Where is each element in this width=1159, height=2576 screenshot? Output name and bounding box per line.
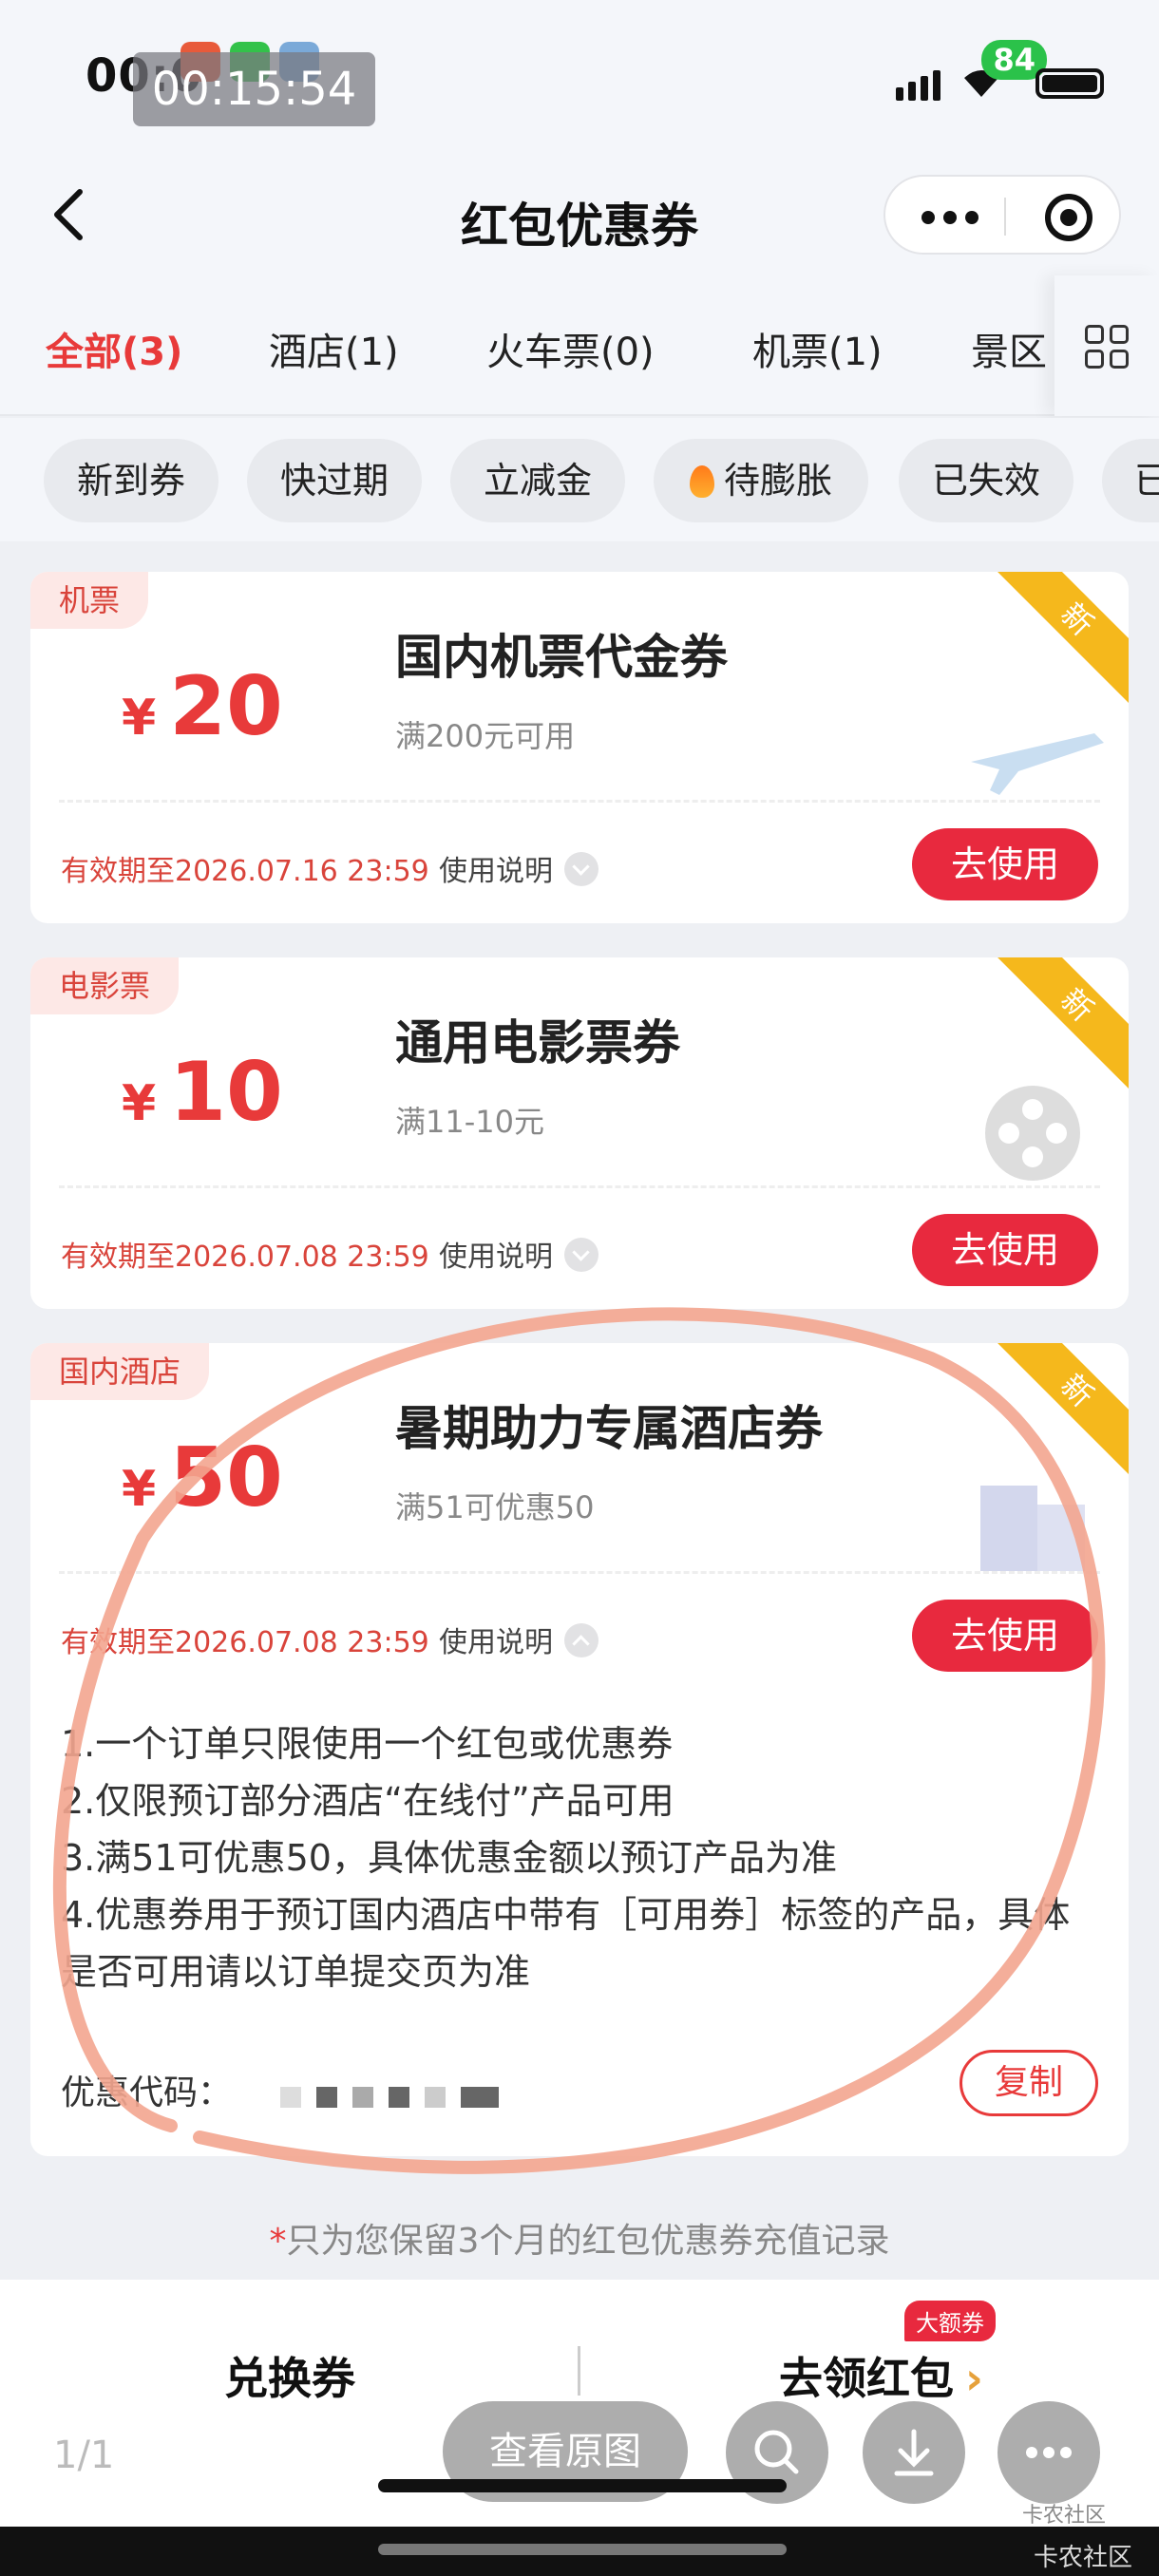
card-divider: [59, 1185, 1100, 1188]
signal-icon: [896, 70, 940, 101]
capsule-divider: [1004, 198, 1006, 236]
more-icon: [1026, 2447, 1072, 2458]
coupon-card: 电影票 新 ¥10 通用电影票券 满11-10元 有效期至2026.07.08 …: [30, 957, 1129, 1309]
film-reel-icon: [985, 1086, 1080, 1181]
download-icon: [894, 2429, 934, 2476]
rule-item: 2.仅限预订部分酒店“在线付”产品可用: [61, 1780, 674, 1822]
coupon-amount: ¥50: [122, 1430, 283, 1525]
battery-icon: [1036, 68, 1104, 99]
coupon-condition: 满200元可用: [395, 718, 576, 754]
grid-icon: [1085, 325, 1129, 369]
tab-flight[interactable]: 机票(1): [752, 321, 883, 376]
download-button[interactable]: [863, 2401, 965, 2504]
chip-more[interactable]: 已: [1102, 439, 1159, 522]
chip-to-expand[interactable]: 待膨胀: [654, 439, 868, 522]
exchange-coupon-button[interactable]: 兑换券: [0, 2344, 580, 2407]
coupon-condition: 满51可优惠50: [395, 1489, 595, 1525]
more-icon[interactable]: [922, 211, 978, 224]
chip-expired[interactable]: 已失效: [899, 439, 1074, 522]
get-redpacket-button[interactable]: 去领红包 ›: [779, 2344, 983, 2407]
flame-icon: [689, 465, 714, 498]
close-miniapp-icon[interactable]: [1045, 194, 1092, 241]
card-divider: [59, 1571, 1100, 1574]
coupon-category-tag: 电影票: [30, 957, 180, 1014]
filter-chips: 新到券 快过期 立减金 待膨胀 已失效 已: [0, 418, 1159, 541]
title-bar: 红包优惠券: [0, 152, 1159, 275]
miniapp-capsule: [884, 175, 1121, 255]
use-coupon-button[interactable]: 去使用: [912, 828, 1098, 900]
footer-indicator: [378, 2544, 787, 2555]
tab-hotel[interactable]: 酒店(1): [269, 321, 399, 376]
coupon-category-tag: 国内酒店: [30, 1343, 210, 1400]
coupon-amount: ¥10: [122, 1045, 283, 1140]
hotel-building-icon: [980, 1486, 1085, 1571]
chevron-down-icon: [564, 852, 598, 886]
coupon-condition: 满11-10元: [395, 1104, 544, 1140]
card-divider: [59, 800, 1100, 803]
chip-expiring[interactable]: 快过期: [247, 439, 422, 522]
category-grid-button[interactable]: [1054, 275, 1159, 416]
copy-code-button[interactable]: 复制: [960, 2050, 1098, 2116]
more-options-button[interactable]: [998, 2401, 1100, 2504]
chevron-up-icon: [564, 1623, 598, 1657]
usage-instructions-toggle[interactable]: 使用说明: [439, 847, 598, 889]
coupon-name: 国内机票代金券: [395, 630, 728, 685]
coupon-code-label: 优惠代码：: [61, 2074, 233, 2112]
coupon-validity: 有效期至2026.07.08 23:59: [61, 1626, 429, 1659]
screen-record-timer: 00:15:54: [133, 52, 375, 126]
coupon-name: 暑期助力专属酒店券: [395, 1401, 823, 1456]
coupon-code-masked: [280, 2087, 500, 2108]
use-coupon-button[interactable]: 去使用: [912, 1600, 1098, 1672]
use-coupon-button[interactable]: 去使用: [912, 1214, 1098, 1286]
large-coupon-badge: 大额券: [904, 2301, 996, 2341]
coupon-card-expanded: 国内酒店 新 ¥50 暑期助力专属酒店券 满51可优惠50 有效期至2026.0…: [30, 1343, 1129, 2156]
usage-instructions-toggle[interactable]: 使用说明: [439, 1233, 598, 1275]
rule-item: 1.一个订单只限使用一个红包或优惠券: [61, 1723, 674, 1765]
bottom-divider: [578, 2346, 580, 2396]
coupon-category-tag: 机票: [30, 572, 149, 629]
chip-instant-discount[interactable]: 立减金: [450, 439, 625, 522]
tab-train[interactable]: 火车票(0): [486, 321, 655, 376]
tab-all[interactable]: 全部(3): [46, 321, 182, 376]
retention-note: *只为您保留3个月的红包优惠券充值记录: [269, 2222, 890, 2261]
home-indicator: [378, 2479, 787, 2492]
coupon-validity: 有效期至2026.07.16 23:59: [61, 855, 429, 888]
coupon-code-row: 优惠代码：: [61, 2065, 500, 2114]
tab-scenic[interactable]: 景区: [971, 321, 1047, 376]
category-tabs: 全部(3) 酒店(1) 火车票(0) 机票(1) 景区: [0, 275, 1159, 416]
watermark-brand: 卡农社区: [1033, 2544, 1132, 2572]
chevron-right-icon: ›: [965, 2353, 983, 2404]
usage-rules: 1.一个订单只限使用一个红包或优惠券 2.仅限预订部分酒店“在线付”产品可用 3…: [61, 1715, 1096, 2000]
rule-item: 4.优惠券用于预订国内酒店中带有［可用券］标签的产品，具体是否可用请以订单提交页…: [61, 1894, 1071, 1993]
chip-new[interactable]: 新到券: [44, 439, 218, 522]
chevron-down-icon: [564, 1238, 598, 1272]
coupon-validity: 有效期至2026.07.08 23:59: [61, 1241, 429, 1274]
coupon-name: 通用电影票券: [395, 1015, 680, 1070]
image-page-indicator: 1/1: [53, 2434, 115, 2477]
coupon-card: 机票 新 ¥20 国内机票代金券 满200元可用 有效期至2026.07.16 …: [30, 572, 1129, 923]
coupon-amount: ¥20: [122, 659, 283, 754]
status-bar: 00:0 00:15:54 84: [0, 0, 1159, 152]
rule-item: 3.满51可优惠50，具体优惠金额以预订产品为准: [61, 1837, 837, 1879]
chip-label: 待膨胀: [723, 460, 832, 502]
usage-instructions-toggle[interactable]: 使用说明: [439, 1619, 598, 1660]
airplane-icon: [971, 733, 1104, 795]
watermark-logo: 卡农社区: [1022, 2504, 1107, 2528]
